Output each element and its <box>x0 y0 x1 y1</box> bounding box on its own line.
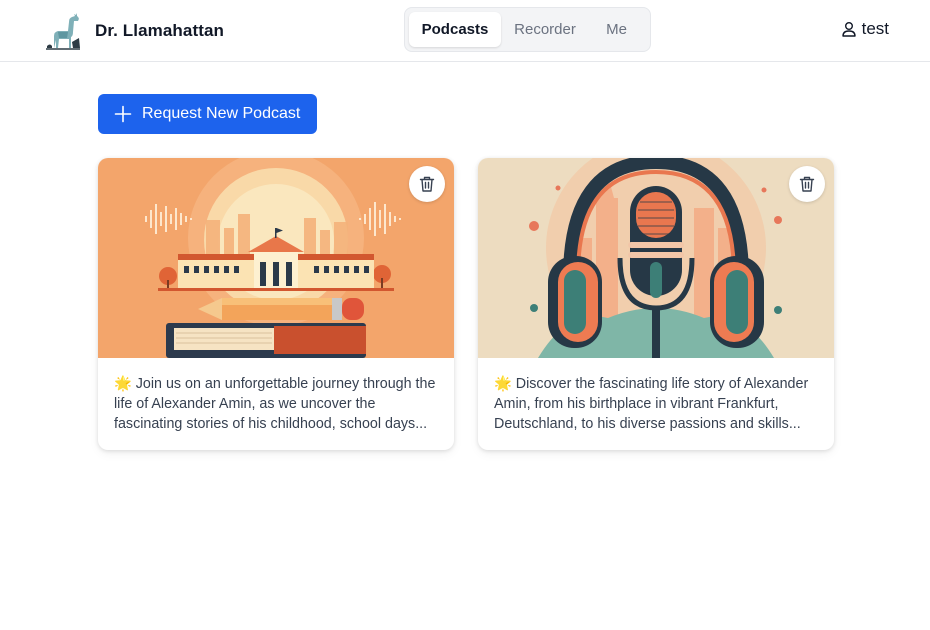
user-name: test <box>861 19 889 38</box>
podcast-description: 🌟 Discover the fascinating life story of… <box>494 376 809 432</box>
app-name: Dr. Llamahattan <box>95 21 225 40</box>
request-button-label: Request New Podcast <box>142 105 301 122</box>
tab-recorder[interactable]: Recorder <box>501 12 589 47</box>
trash-icon <box>799 176 815 192</box>
llama-logo-icon <box>42 10 84 52</box>
podcast-card[interactable]: 🌟 Discover the fascinating life story of… <box>478 158 834 450</box>
school-books-illustration <box>98 158 454 358</box>
request-new-podcast-button[interactable]: Request New Podcast <box>98 94 317 134</box>
brand[interactable]: Dr. Llamahattan <box>42 10 224 52</box>
plus-icon <box>114 105 132 123</box>
delete-podcast-button[interactable] <box>409 166 445 202</box>
podcast-description: 🌟 Join us on an unforgettable journey th… <box>114 376 436 432</box>
headphones-microphone-illustration <box>478 158 834 358</box>
user-icon <box>841 22 856 37</box>
app-header: Dr. Llamahattan Podcasts Recorder Me tes… <box>0 0 930 62</box>
tab-me[interactable]: Me <box>589 12 644 47</box>
tab-podcasts[interactable]: Podcasts <box>409 12 501 47</box>
podcast-card[interactable]: 🌟 Join us on an unforgettable journey th… <box>98 158 454 450</box>
delete-podcast-button[interactable] <box>789 166 825 202</box>
trash-icon <box>419 176 435 192</box>
main-nav-tabs: Podcasts Recorder Me <box>404 7 651 52</box>
user-menu[interactable]: test <box>841 19 889 39</box>
